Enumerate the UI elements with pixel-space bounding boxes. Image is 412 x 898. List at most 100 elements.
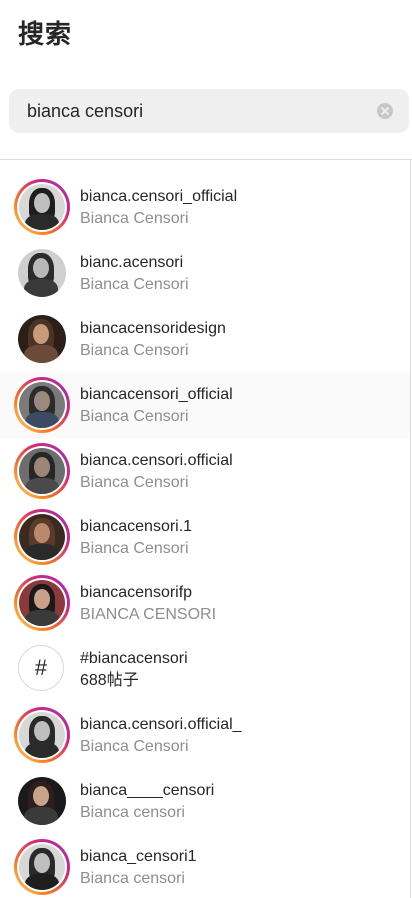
result-text: biancacensori.1 Bianca Censori <box>80 517 192 559</box>
result-fullname: Bianca Censori <box>80 342 189 359</box>
result-text: bianca.censori.official Bianca Censori <box>80 451 233 493</box>
profile-photo <box>19 448 65 494</box>
profile-photo <box>19 382 65 428</box>
user-result-row[interactable]: biancacensori.1 Bianca Censori <box>0 504 410 570</box>
result-username: bianc.acensori <box>80 254 184 271</box>
avatar-with-story-ring[interactable] <box>14 179 70 235</box>
user-result-row[interactable]: bianca_censori1 Bianca censori <box>0 834 410 898</box>
result-fullname: Bianca Censori <box>80 210 189 227</box>
profile-photo <box>18 249 66 297</box>
avatar-with-story-ring[interactable] <box>14 509 70 565</box>
profile-photo-face <box>34 193 50 213</box>
result-text: bianca.censori.official_ Bianca Censori <box>80 715 242 757</box>
avatar-with-story-ring[interactable] <box>14 575 70 631</box>
profile-photo-body <box>25 478 59 494</box>
profile-photo-body <box>24 279 58 297</box>
profile-photo-face <box>33 324 49 344</box>
result-username: biancacensori_official <box>80 386 233 403</box>
avatar[interactable] <box>14 773 70 829</box>
result-username: bianca.censori.official <box>80 452 233 469</box>
search-input[interactable]: bianca censori <box>9 89 409 133</box>
result-text: #biancacensori 688帖子 <box>80 649 188 691</box>
avatar-with-story-ring[interactable] <box>14 377 70 433</box>
avatar-border <box>17 512 67 562</box>
profile-photo <box>18 777 66 825</box>
header-divider <box>0 159 412 160</box>
avatar-with-story-ring[interactable] <box>14 839 70 895</box>
search-results-list: bianca.censori_official Bianca Censori bia… <box>0 174 410 898</box>
avatar-border <box>17 710 67 760</box>
profile-photo-face <box>34 391 50 411</box>
search-page: 搜索 bianca censori bianca.censori_officia… <box>0 0 412 898</box>
profile-photo-body <box>25 874 59 890</box>
user-result-row[interactable]: biancacensoridesign Bianca Censori <box>0 306 410 372</box>
avatar-border <box>17 578 67 628</box>
profile-photo <box>19 580 65 626</box>
clear-search-icon[interactable] <box>377 103 393 119</box>
result-text: biancacensoridesign Bianca Censori <box>80 319 226 361</box>
result-fullname: Bianca Censori <box>80 540 189 557</box>
profile-photo-body <box>24 807 58 825</box>
profile-photo-face <box>33 258 49 278</box>
avatar-with-story-ring[interactable] <box>14 707 70 763</box>
avatar-border <box>17 380 67 430</box>
page-title: 搜索 <box>18 19 73 49</box>
result-text: biancacensori_official Bianca Censori <box>80 385 233 427</box>
result-username: biancacensorifp <box>80 584 193 601</box>
results-scroll-edge <box>410 160 411 898</box>
result-fullname: Bianca Censori <box>80 474 189 491</box>
result-fullname: Bianca Censori <box>80 408 189 425</box>
profile-photo-body <box>25 544 59 560</box>
hashtag-post-count: 688帖子 <box>80 672 139 689</box>
user-result-row[interactable]: bianca.censori.official_ Bianca Censori <box>0 702 410 768</box>
profile-photo-body <box>25 610 59 626</box>
profile-photo-body <box>25 214 59 230</box>
profile-photo-body <box>25 412 59 428</box>
result-fullname: Bianca Censori <box>80 276 189 293</box>
profile-photo-body <box>24 345 58 363</box>
profile-photo-face <box>34 721 50 741</box>
result-text: bianca_censori1 Bianca censori <box>80 847 197 889</box>
user-result-row[interactable]: bianca.censori.official Bianca Censori <box>0 438 410 504</box>
result-fullname: Bianca censori <box>80 804 185 821</box>
profile-photo-face <box>33 786 49 806</box>
profile-photo-face <box>34 853 50 873</box>
profile-photo-body <box>25 742 59 758</box>
user-result-row[interactable]: bianca.censori_official Bianca Censori <box>0 174 410 240</box>
result-text: bianca____censori Bianca censori <box>80 781 214 823</box>
avatar-with-story-ring[interactable] <box>14 443 70 499</box>
profile-photo-face <box>34 589 50 609</box>
avatar-border <box>17 182 67 232</box>
result-fullname: BIANCA CENSORI <box>80 606 217 623</box>
profile-photo-face <box>34 523 50 543</box>
profile-photo-face <box>34 457 50 477</box>
user-result-row[interactable]: bianc.acensori Bianca Censori <box>0 240 410 306</box>
avatar-border <box>17 446 67 496</box>
hashtag-icon: # <box>18 645 64 691</box>
user-result-row[interactable]: biancacensori_official Bianca Censori <box>0 372 410 438</box>
avatar[interactable] <box>14 311 70 367</box>
avatar-border <box>17 842 67 892</box>
result-username: bianca_censori1 <box>80 848 197 865</box>
avatar[interactable] <box>14 245 70 301</box>
search-input-value[interactable]: bianca censori <box>27 101 143 122</box>
profile-photo <box>19 712 65 758</box>
profile-photo <box>19 184 65 230</box>
result-text: bianca.censori_official Bianca Censori <box>80 187 237 229</box>
result-username: bianca.censori.official_ <box>80 716 242 733</box>
result-username: bianca.censori_official <box>80 188 238 205</box>
result-username: bianca____censori <box>80 782 215 799</box>
profile-photo <box>19 514 65 560</box>
result-username: biancacensoridesign <box>80 320 226 337</box>
result-text: bianc.acensori Bianca Censori <box>80 253 189 295</box>
result-fullname: Bianca Censori <box>80 738 189 755</box>
result-text: biancacensorifp BIANCA CENSORI <box>80 583 216 625</box>
result-fullname: Bianca censori <box>80 870 185 887</box>
hashtag-name: #biancacensori <box>80 650 188 667</box>
result-username: biancacensori.1 <box>80 518 193 535</box>
profile-photo <box>19 844 65 890</box>
user-result-row[interactable]: biancacensorifp BIANCA CENSORI <box>0 570 410 636</box>
profile-photo <box>18 315 66 363</box>
user-result-row[interactable]: bianca____censori Bianca censori <box>0 768 410 834</box>
hashtag-result-row[interactable]: # #biancacensori 688帖子 <box>0 636 410 702</box>
